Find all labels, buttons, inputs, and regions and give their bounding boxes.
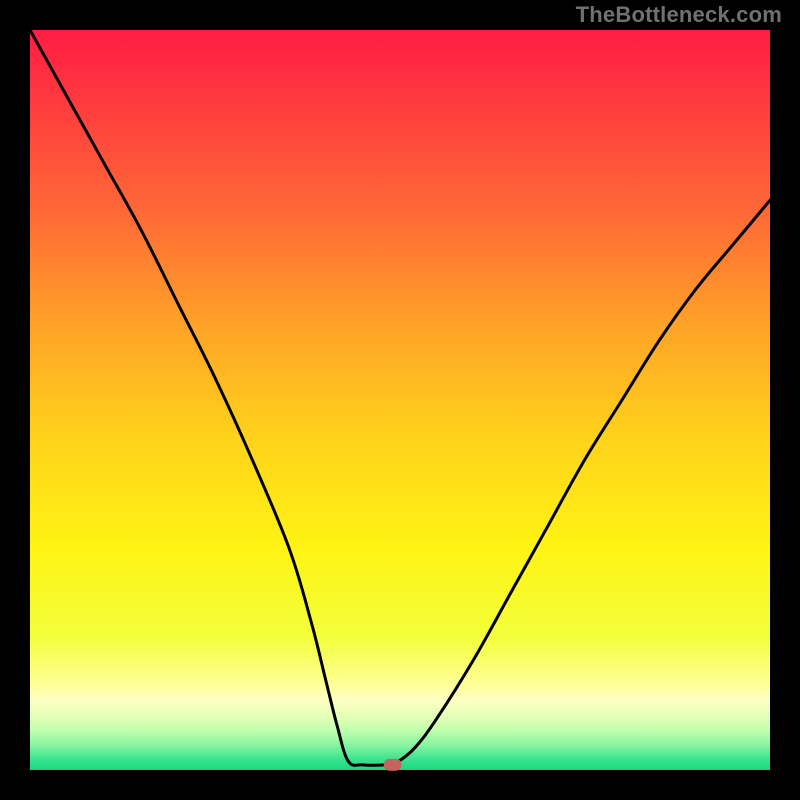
chart-frame: TheBottleneck.com [0, 0, 800, 800]
watermark-text: TheBottleneck.com [576, 2, 782, 28]
bottleneck-chart [0, 0, 800, 800]
optimal-point-marker [384, 759, 402, 771]
gradient-background [30, 30, 770, 770]
